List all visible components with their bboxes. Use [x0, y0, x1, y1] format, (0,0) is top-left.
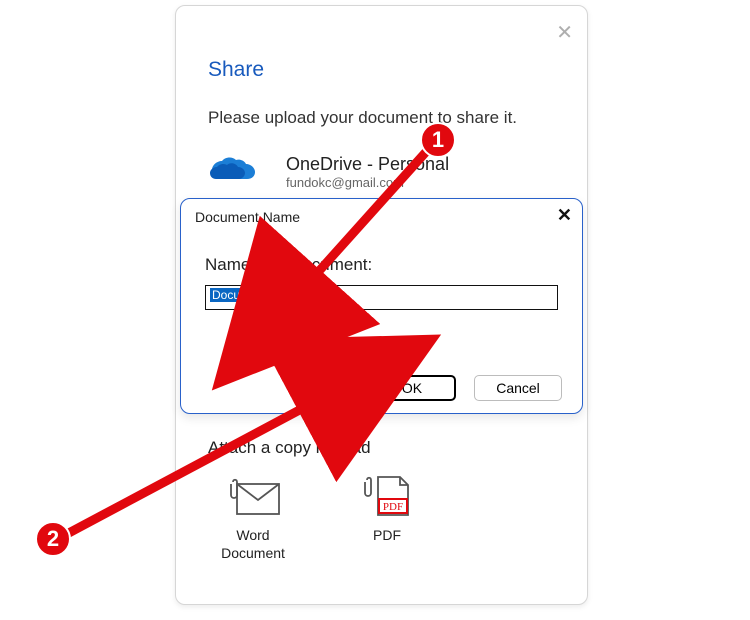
attach-word-document[interactable]: Word Document — [208, 476, 298, 562]
onedrive-option[interactable]: OneDrive - Personal fundokc@gmail.com — [176, 128, 587, 190]
document-name-input[interactable]: Document1 — [205, 285, 558, 310]
onedrive-icon — [208, 155, 260, 189]
envelope-paperclip-icon — [226, 476, 281, 516]
attach-title: Attach a copy instead — [208, 438, 432, 458]
attach-pdf[interactable]: PDF PDF — [342, 476, 432, 562]
document-name-dialog: Document Name ✕ Name your document: Docu… — [180, 198, 583, 414]
onedrive-email: fundokc@gmail.com — [286, 175, 449, 190]
cancel-button[interactable]: Cancel — [474, 375, 562, 401]
svg-text:PDF: PDF — [382, 501, 402, 513]
name-field-label: Name your document: — [181, 225, 582, 275]
close-icon[interactable]: ✕ — [556, 20, 573, 45]
share-description: Please upload your document to share it. — [176, 82, 587, 128]
share-title: Share — [176, 6, 587, 82]
attach-pdf-label: PDF — [373, 526, 401, 544]
document-name-value: Document1 — [210, 288, 275, 302]
pdf-paperclip-icon: PDF — [360, 476, 415, 516]
attach-section: Attach a copy instead Word Document — [208, 438, 432, 562]
attach-word-label: Word Document — [208, 526, 298, 562]
callout-badge-1: 1 — [420, 122, 456, 158]
callout-badge-2: 2 — [35, 521, 71, 557]
onedrive-name: OneDrive - Personal — [286, 154, 449, 175]
onedrive-info: OneDrive - Personal fundokc@gmail.com — [286, 154, 449, 190]
dialog-close-icon[interactable]: ✕ — [557, 205, 572, 226]
ok-button[interactable]: OK — [368, 375, 456, 401]
dialog-title: Document Name — [181, 199, 582, 225]
